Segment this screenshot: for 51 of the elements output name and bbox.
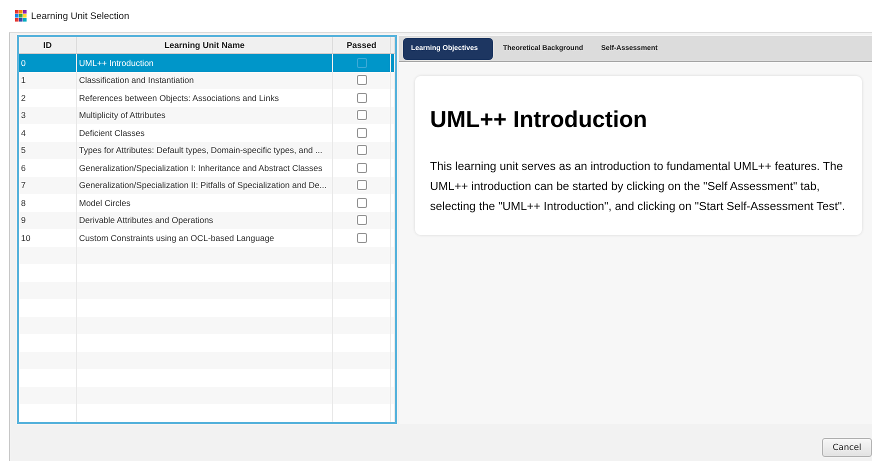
table-cell: 10 (21, 232, 30, 243)
checkbox[interactable] (356, 145, 366, 156)
table-cell: Types for Attributes: Default types, Domain-specific types, and ... (79, 145, 322, 156)
checkbox[interactable] (356, 58, 366, 68)
table-row[interactable]: 4 Deficient Classes (19, 124, 395, 142)
column-header[interactable]: Learning Unit Name (77, 37, 333, 53)
column-header[interactable]: Passed (333, 37, 391, 53)
table-cell: 2 (21, 92, 26, 103)
table-cell: Generalization/Specialization II: Pitfalls of Specialization and De... (79, 180, 327, 190)
table-row[interactable]: 8 Model Circles (19, 194, 395, 212)
table-cell: 6 (21, 162, 26, 173)
checkbox[interactable] (356, 128, 366, 138)
table-cell: 0 (21, 58, 26, 68)
table-cell: 3 (21, 110, 26, 120)
table-cell: Model Circles (79, 198, 130, 208)
table-cell: 4 (21, 128, 26, 138)
table-cell: UML++ Introduction (79, 58, 154, 68)
table-cell: Generalization/Specialization I: Inheritance and Abstract Classes (79, 162, 322, 173)
table-row[interactable]: 7 Generalization/Specialization II: Pitfalls of Specialization and De... (19, 176, 395, 194)
table-row[interactable]: 1 Classification and Instantiation (19, 72, 395, 89)
table-cell: Custom Constraints using an OCL-based Language (79, 232, 274, 243)
table-cell: Classification and Instantiation (79, 75, 194, 86)
table-cell: Deficient Classes (79, 128, 145, 138)
table-cell: Multiplicity of Attributes (79, 110, 166, 120)
table-cell: References between Objects: Associations and Links (79, 92, 279, 103)
checkbox[interactable] (356, 232, 366, 243)
content-paragraph: This learning unit serves as an introduction to fundamental UML++ features. The UML++ introduction can be started by clicking on the "Self Assessment" tab, selecting the "UML++ Introduction", and clicking on "Start Self-Assessment Test". (430, 159, 846, 215)
checkbox[interactable] (356, 75, 366, 86)
cancel-button[interactable]: Cancel (822, 438, 872, 457)
checkbox[interactable] (356, 198, 366, 208)
checkbox[interactable] (356, 215, 366, 226)
table-cell: 8 (21, 198, 26, 208)
window-title: Learning Unit Selection (31, 10, 130, 22)
table-cell: 9 (21, 215, 26, 226)
content-heading: UML++ Introduction (430, 106, 648, 133)
table-cell: 5 (21, 145, 26, 156)
table-row[interactable]: 2 References between Objects: Associations and Links (19, 89, 395, 106)
table-cell: 7 (21, 180, 26, 190)
table-row[interactable]: 5 Types for Attributes: Default types, Domain-specific types, and ... (19, 142, 395, 159)
table-cell: Derivable Attributes and Operations (79, 215, 214, 226)
checkbox[interactable] (356, 110, 366, 120)
table-row[interactable]: 9 Derivable Attributes and Operations (19, 212, 395, 229)
table-row[interactable]: 3 Multiplicity of Attributes (19, 106, 395, 124)
table-row[interactable]: 10 Custom Constraints using an OCL-based Language (19, 229, 395, 246)
column-header[interactable]: ID (19, 37, 77, 53)
checkbox[interactable] (356, 92, 366, 103)
app-logo-icon (15, 10, 27, 22)
table-cell: 1 (21, 75, 26, 86)
table-row[interactable]: 6 Generalization/Specialization I: Inheritance and Abstract Classes (19, 159, 395, 176)
checkbox[interactable] (356, 162, 366, 173)
checkbox[interactable] (356, 180, 366, 190)
